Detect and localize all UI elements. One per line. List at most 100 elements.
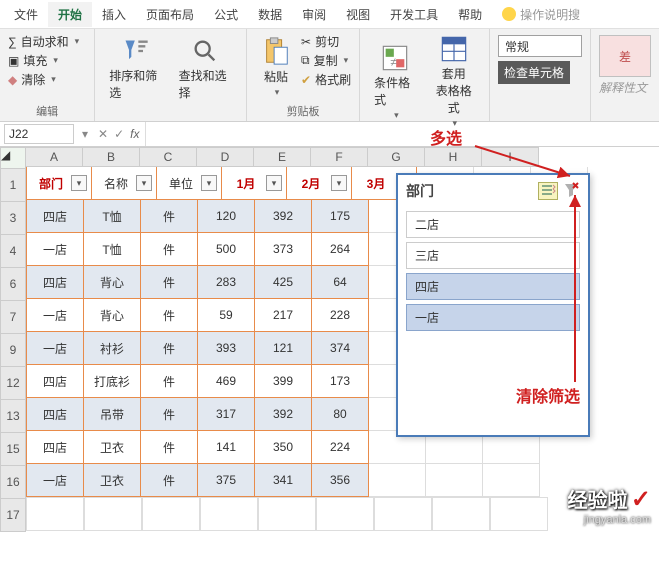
paste-button[interactable]: 粘贴▾ [255,33,297,101]
format-painter-button[interactable]: ✔格式刷 [301,71,351,88]
table-cell[interactable]: T恤 [84,233,141,266]
empty-cell[interactable] [490,497,548,531]
table-cell[interactable]: 341 [255,464,312,497]
table-cell[interactable]: 393 [198,332,255,365]
tab-review[interactable]: 审阅 [292,2,336,27]
tab-data[interactable]: 数据 [248,2,292,27]
table-cell[interactable]: 224 [312,431,369,464]
table-cell[interactable]: 283 [198,266,255,299]
fx-icon[interactable]: fx [130,127,139,141]
table-cell[interactable]: 228 [312,299,369,332]
table-cell[interactable]: 四店 [26,398,84,431]
tab-insert[interactable]: 插入 [92,2,136,27]
table-cell[interactable]: 件 [141,464,198,497]
copy-button[interactable]: ⧉复制▾ [301,52,351,69]
filter-dropdown-icon[interactable]: ▾ [331,175,347,191]
table-cell[interactable]: 件 [141,332,198,365]
table-cell[interactable]: 件 [141,365,198,398]
table-cell[interactable]: 141 [198,431,255,464]
table-cell[interactable]: 80 [312,398,369,431]
table-cell[interactable]: T恤 [84,200,141,233]
table-cell[interactable]: 件 [141,398,198,431]
slicer-item[interactable]: 三店 [406,242,580,269]
table-cell[interactable]: 件 [141,200,198,233]
slicer-item[interactable]: 一店 [406,304,580,331]
cut-button[interactable]: ✂剪切 [301,33,351,50]
table-cell[interactable]: 卫衣 [84,464,141,497]
autosum-button[interactable]: ∑自动求和▾ [8,33,86,50]
name-box[interactable]: J22 [4,124,74,144]
table-cell[interactable]: 一店 [26,299,84,332]
sort-filter-button[interactable]: 排序和筛选 [103,33,168,105]
table-cell[interactable]: 件 [141,431,198,464]
table-cell[interactable]: 四店 [26,200,84,233]
col-header-G[interactable]: G [368,147,425,167]
table-cell[interactable]: 399 [255,365,312,398]
row-header-9[interactable]: 9 [0,334,26,367]
empty-cell[interactable] [426,464,483,497]
empty-cell[interactable] [483,464,540,497]
col-header-E[interactable]: E [254,147,311,167]
empty-cell[interactable] [142,497,200,531]
empty-cell[interactable] [258,497,316,531]
col-header-H[interactable]: H [425,147,482,167]
table-cell[interactable]: 四店 [26,365,84,398]
clear-button[interactable]: ◆清除▾ [8,71,86,88]
table-cell[interactable]: 264 [312,233,369,266]
table-cell[interactable]: 64 [312,266,369,299]
table-header-cell[interactable]: 单位▾ [157,167,222,200]
empty-cell[interactable] [26,497,84,531]
empty-cell[interactable] [432,497,490,531]
table-cell[interactable]: 一店 [26,464,84,497]
table-cell[interactable]: 375 [198,464,255,497]
col-header-F[interactable]: F [311,147,368,167]
style-explain[interactable]: 解释性文 [599,79,651,96]
table-cell[interactable]: 175 [312,200,369,233]
multi-select-icon[interactable] [538,182,558,200]
row-header-13[interactable]: 13 [0,400,26,433]
table-cell[interactable]: 卫衣 [84,431,141,464]
tab-help[interactable]: 帮助 [448,2,492,27]
table-cell[interactable]: 356 [312,464,369,497]
col-header-A[interactable]: A [26,147,83,167]
table-cell[interactable]: 打底衫 [84,365,141,398]
cancel-formula-icon[interactable]: ✕ [98,127,108,141]
tell-me-search[interactable]: 操作说明搜 [502,6,580,23]
row-header-4[interactable]: 4 [0,235,26,268]
empty-cell[interactable] [369,464,426,497]
row-header-7[interactable]: 7 [0,301,26,334]
table-header-cell[interactable]: 部门▾ [26,167,92,200]
table-cell[interactable]: 衬衫 [84,332,141,365]
table-header-cell[interactable]: 1月▾ [222,167,287,200]
empty-cell[interactable] [84,497,142,531]
slicer-item[interactable]: 四店 [406,273,580,300]
name-box-dropdown[interactable]: ▾ [78,127,92,141]
row-header-6[interactable]: 6 [0,268,26,301]
table-cell[interactable]: 120 [198,200,255,233]
table-cell[interactable]: 374 [312,332,369,365]
tab-view[interactable]: 视图 [336,2,380,27]
col-header-D[interactable]: D [197,147,254,167]
table-cell[interactable]: 425 [255,266,312,299]
table-cell[interactable]: 四店 [26,266,84,299]
check-cell-style[interactable]: 检查单元格 [498,61,570,84]
filter-dropdown-icon[interactable]: ▾ [71,175,87,191]
table-cell[interactable]: 四店 [26,431,84,464]
col-header-I[interactable]: I [482,147,539,167]
table-cell[interactable]: 件 [141,266,198,299]
cond-format-button[interactable]: ≠ 条件格式▾ [368,33,422,131]
formula-bar[interactable] [145,122,659,146]
row-header-15[interactable]: 15 [0,433,26,466]
slicer-item[interactable]: 二店 [406,211,580,238]
select-all-corner[interactable]: ◢ [0,147,26,169]
empty-cell[interactable] [316,497,374,531]
tab-file[interactable]: 文件 [4,2,48,27]
table-cell[interactable]: 背心 [84,299,141,332]
style-bad[interactable]: 差 [599,35,651,77]
row-header-1[interactable]: 1 [0,169,26,202]
table-header-cell[interactable]: 2月▾ [287,167,352,200]
accept-formula-icon[interactable]: ✓ [114,127,124,141]
tab-formula[interactable]: 公式 [204,2,248,27]
table-cell[interactable]: 59 [198,299,255,332]
table-cell[interactable]: 392 [255,200,312,233]
